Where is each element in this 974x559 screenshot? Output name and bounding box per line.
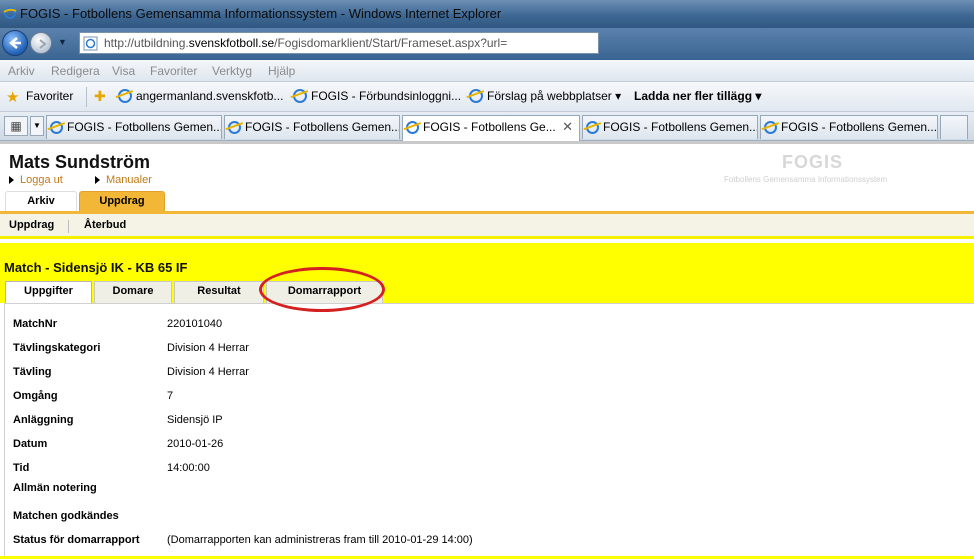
detail-value: Division 4 Herrar	[167, 366, 249, 378]
ie-page-icon	[118, 89, 132, 103]
detail-value: 7	[167, 390, 174, 402]
detail-value: (Domarrapporten kan administreras fram t…	[167, 534, 473, 546]
tab-uppdrag[interactable]: Uppdrag	[79, 191, 165, 213]
fav-link-label: Ladda ner fler tillägg ▾	[634, 89, 762, 103]
fogis-header: Mats Sundström Logga ut Manualer FOGIS F…	[0, 141, 974, 213]
tab-uppgifter[interactable]: Uppgifter	[5, 281, 92, 304]
logout-label: Logga ut	[20, 174, 63, 186]
address-bar: ▼ http://utbildning.svenskfotboll.se/Fog…	[0, 28, 974, 60]
browser-tab-label: FOGIS - Fotbollens Gemen...	[67, 120, 222, 134]
page-icon	[83, 36, 98, 51]
favorites-separator	[86, 87, 87, 107]
fav-link-label: angermanland.svenskfotb...	[136, 89, 284, 103]
detail-label: Matchen godkändes	[13, 510, 119, 522]
browser-tab-label: FOGIS - Fotbollens Gemen...	[603, 120, 758, 134]
fav-link-label: FOGIS - Förbundsinloggni...	[311, 89, 462, 103]
detail-label: Anläggning	[13, 414, 74, 426]
subnav-uppdrag[interactable]: Uppdrag	[9, 219, 54, 231]
menu-verktyg[interactable]: Verktyg	[212, 64, 252, 78]
browser-tab-bar: ▦ ▼ FOGIS - Fotbollens Gemen... FOGIS - …	[0, 112, 974, 141]
manuals-link[interactable]: Manualer	[95, 174, 152, 186]
favorites-bar: ★ Favoriter ✚ angermanland.svenskfotb...…	[0, 82, 974, 112]
detail-value: Sidensjö IP	[167, 414, 223, 426]
fav-addons[interactable]: Ladda ner fler tillägg ▾	[634, 89, 761, 103]
arrow-left-icon	[9, 37, 21, 49]
browser-tab-3-active[interactable]: FOGIS - Fotbollens Ge... ✕	[402, 115, 580, 141]
detail-label: Tävling	[13, 366, 52, 378]
detail-label: Allmän notering	[13, 482, 97, 494]
ie-page-icon	[469, 89, 483, 103]
menu-favoriter[interactable]: Favoriter	[150, 64, 197, 78]
window-title: FOGIS - Fotbollens Gemensamma Informatio…	[20, 6, 502, 21]
menu-redigera[interactable]: Redigera	[51, 64, 100, 78]
close-tab-icon[interactable]: ✕	[562, 119, 573, 135]
url-prefix: http://utbildning.	[104, 36, 189, 50]
detail-label: Tävlingskategori	[13, 342, 101, 354]
new-tab-button[interactable]	[940, 115, 968, 139]
manuals-label: Manualer	[106, 174, 152, 186]
detail-label: MatchNr	[13, 318, 58, 330]
detail-label: Omgång	[13, 390, 58, 402]
browser-tab-label: FOGIS - Fotbollens Ge...	[423, 120, 556, 134]
tab-resultat[interactable]: Resultat	[174, 281, 264, 304]
browser-tab-label: FOGIS - Fotbollens Gemen...	[781, 120, 938, 134]
url-path: /Fogisdomarklient/Start/Frameset.aspx?ur…	[274, 36, 508, 50]
sub-navigation: Uppdrag Återbud	[0, 211, 974, 239]
back-button[interactable]	[2, 30, 28, 56]
tab-domare[interactable]: Domare	[94, 281, 172, 304]
detail-value: 2010-01-26	[167, 438, 224, 450]
match-details: MatchNr 220101040 Tävlingskategori Divisio…	[4, 303, 974, 556]
history-dropdown-icon[interactable]: ▼	[58, 37, 67, 47]
triangle-right-icon	[9, 176, 14, 184]
add-favorite-icon[interactable]: ✚	[94, 88, 106, 105]
menu-bar: Arkiv Redigera Visa Favoriter Verktyg Hj…	[0, 60, 974, 82]
browser-tab-1[interactable]: FOGIS - Fotbollens Gemen...	[46, 115, 222, 139]
subnav-aterbud[interactable]: Återbud	[84, 219, 126, 231]
menu-visa[interactable]: Visa	[112, 64, 135, 78]
window-titlebar: FOGIS - Fotbollens Gemensamma Informatio…	[0, 0, 974, 28]
detail-label: Datum	[13, 438, 48, 450]
ie-page-icon	[293, 89, 307, 103]
logout-link[interactable]: Logga ut	[9, 174, 63, 186]
subnav-divider	[68, 220, 69, 233]
fogis-logo-subtitle: Fotbollens Gemensamma Informationssystem	[724, 175, 888, 184]
detail-value: Division 4 Herrar	[167, 342, 249, 354]
detail-label: Status för domarrapport	[13, 534, 140, 546]
favorites-star-icon: ★	[6, 89, 20, 106]
forward-button[interactable]	[30, 32, 52, 54]
ie-page-icon	[406, 121, 419, 134]
red-highlight-ellipse	[259, 267, 385, 312]
ie-logo-icon	[3, 7, 17, 19]
fav-link-angermanland[interactable]: angermanland.svenskfotb...	[118, 89, 283, 103]
match-panel-header: Match - Sidensjö IK - KB 65 IF Uppgifter…	[0, 243, 974, 304]
fav-suggested-sites[interactable]: Förslag på webbplatser ▾	[469, 89, 621, 103]
fav-link-fogis[interactable]: FOGIS - Förbundsinloggni...	[293, 89, 461, 103]
menu-arkiv[interactable]: Arkiv	[8, 64, 35, 78]
browser-tab-2[interactable]: FOGIS - Fotbollens Gemen...	[224, 115, 400, 139]
ie-page-icon	[50, 121, 63, 134]
user-name: Mats Sundström	[9, 152, 151, 172]
url-field[interactable]: http://utbildning.svenskfotboll.se/Fogis…	[79, 32, 599, 54]
browser-tab-label: FOGIS - Fotbollens Gemen...	[245, 120, 400, 134]
url-domain: svenskfotboll.se	[188, 36, 275, 50]
url-text: http://utbildning.svenskfotboll.se/Fogis…	[104, 36, 507, 50]
detail-value: 14:00:00	[167, 462, 210, 474]
browser-tab-5[interactable]: FOGIS - Fotbollens Gemen...	[760, 115, 938, 139]
favorites-button[interactable]: Favoriter	[26, 89, 73, 103]
fogis-logo: FOGIS	[782, 152, 844, 172]
ie-page-icon	[228, 121, 241, 134]
detail-value: 220101040	[167, 318, 223, 330]
tab-arkiv[interactable]: Arkiv	[5, 191, 77, 213]
detail-label: Tid	[13, 462, 30, 474]
tab-list-dropdown-icon[interactable]: ▼	[30, 116, 44, 136]
browser-tab-4[interactable]: FOGIS - Fotbollens Gemen...	[582, 115, 758, 139]
ie-page-icon	[764, 121, 777, 134]
quick-tabs-icon[interactable]: ▦	[4, 116, 28, 136]
menu-hjalp[interactable]: Hjälp	[268, 64, 295, 78]
match-title: Match - Sidensjö IK - KB 65 IF	[4, 260, 188, 275]
triangle-right-icon	[95, 176, 100, 184]
fav-link-label: Förslag på webbplatser ▾	[487, 89, 622, 103]
arrow-right-icon	[39, 39, 47, 49]
ie-page-icon	[586, 121, 599, 134]
